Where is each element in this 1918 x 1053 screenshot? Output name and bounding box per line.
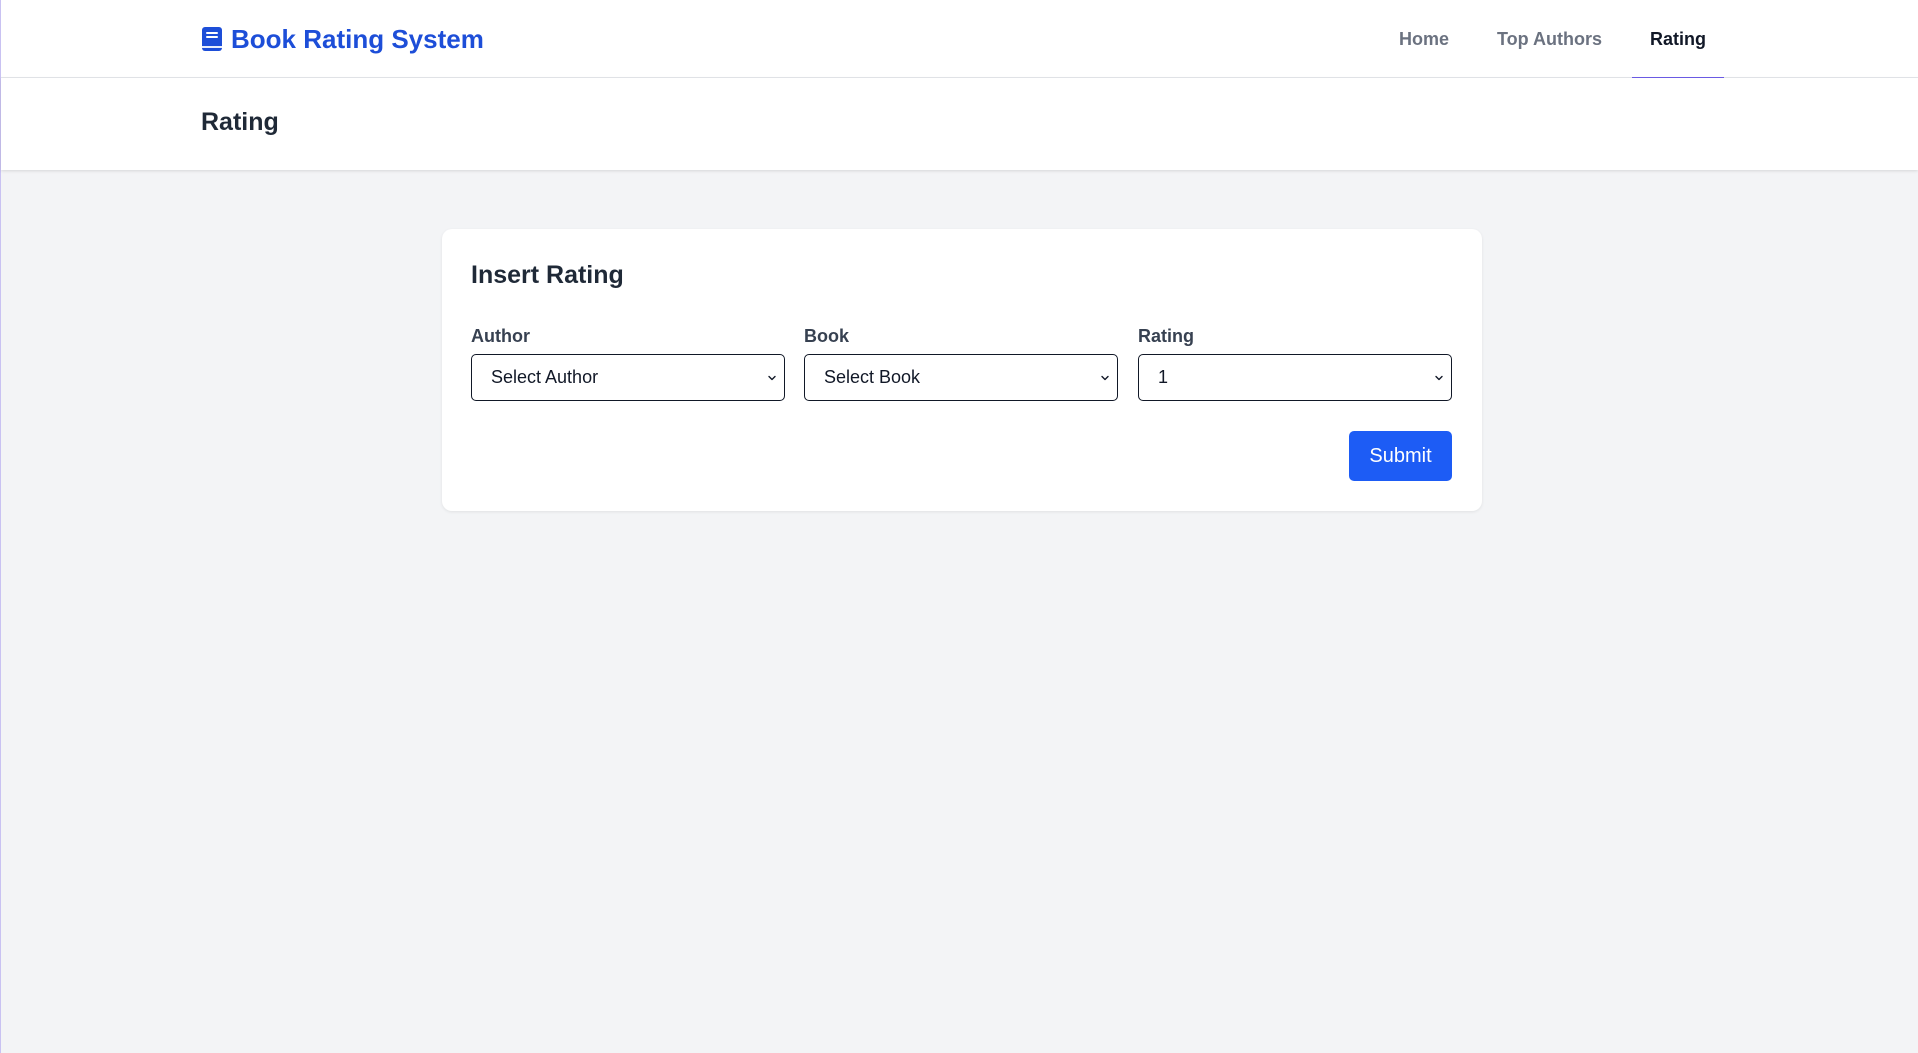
rating-label: Rating xyxy=(1138,326,1194,346)
book-select-value: Select Book xyxy=(824,367,921,387)
author-select-value: Select Author xyxy=(491,367,599,387)
book-label: Book xyxy=(804,326,849,346)
chevron-down-icon xyxy=(1435,375,1443,380)
book-select[interactable]: Select Book xyxy=(804,354,1118,401)
brand-title: Book Rating System xyxy=(231,24,484,54)
nav-links: Home Top Authors Rating xyxy=(1377,0,1728,79)
top-navbar: Book Rating System Home Top Authors Rati… xyxy=(1,0,1918,79)
rating-field: Rating 1 xyxy=(1138,326,1452,401)
book-icon xyxy=(201,26,223,52)
author-select[interactable]: Select Author xyxy=(471,354,785,401)
rating-select-value: 1 xyxy=(1158,367,1169,387)
insert-rating-card: Insert Rating Author Select Author Book … xyxy=(442,229,1482,511)
author-field: Author Select Author xyxy=(471,326,785,401)
chevron-down-icon xyxy=(768,375,776,380)
page-header: Rating xyxy=(1,78,1918,170)
book-field: Book Select Book xyxy=(804,326,1118,401)
page-title: Rating xyxy=(201,108,279,136)
page: Book Rating System Home Top Authors Rati… xyxy=(0,0,1918,1053)
nav-top-authors[interactable]: Top Authors xyxy=(1475,0,1624,78)
nav-home[interactable]: Home xyxy=(1377,0,1471,78)
nav-rating[interactable]: Rating xyxy=(1628,0,1728,79)
submit-button[interactable]: Submit xyxy=(1349,431,1452,481)
author-label: Author xyxy=(471,326,530,346)
rating-select[interactable]: 1 xyxy=(1138,354,1452,401)
chevron-down-icon xyxy=(1101,375,1109,380)
card-title: Insert Rating xyxy=(471,261,624,289)
brand-link[interactable]: Book Rating System xyxy=(201,22,484,56)
